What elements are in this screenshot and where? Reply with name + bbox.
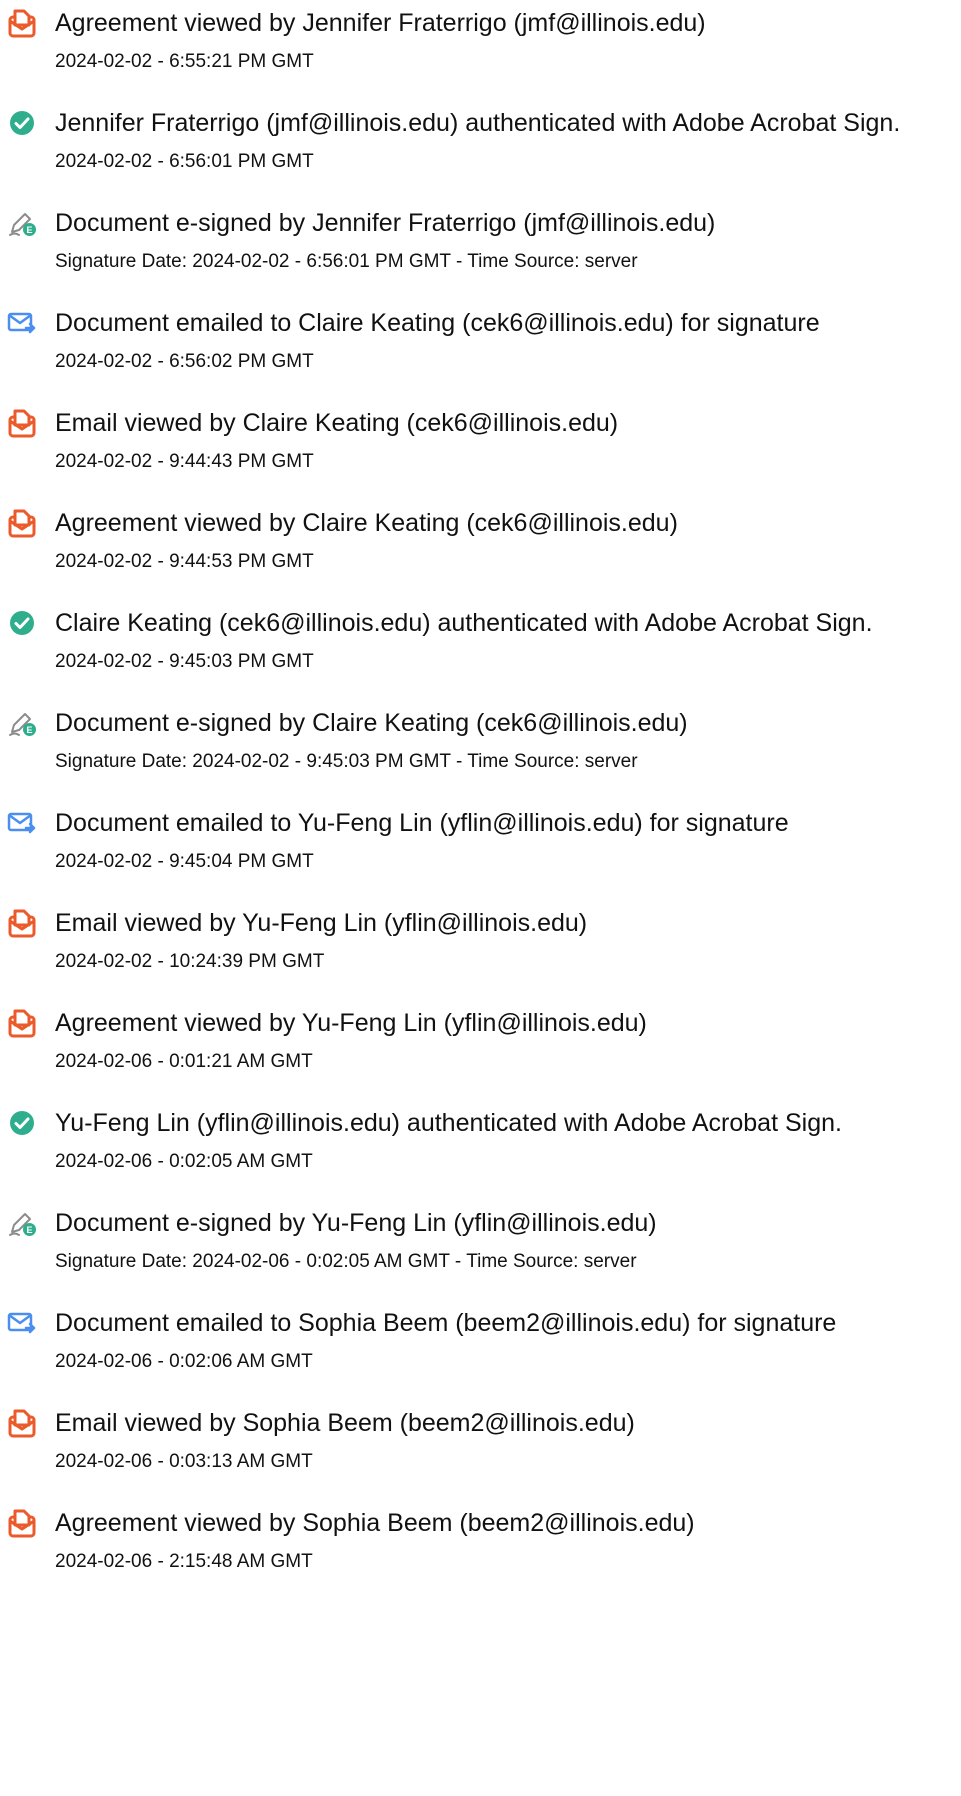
entry-timestamp: 2024-02-02 - 9:44:53 PM GMT: [55, 551, 314, 572]
audit-entry: E Document e-signed by Yu-Feng Lin (yflin…: [0, 1200, 961, 1300]
entry-title: Yu-Feng Lin (yflin@illinois.edu) authent…: [55, 1109, 842, 1137]
entry-timestamp: 2024-02-02 - 6:56:02 PM GMT: [55, 351, 314, 372]
entry-title: Document e-signed by Claire Keating (cek…: [55, 709, 688, 737]
svg-text:E: E: [26, 1225, 32, 1235]
audit-history-list: Agreement viewed by Jennifer Fraterrigo …: [0, 0, 961, 1796]
entry-timestamp: 2024-02-02 - 6:55:21 PM GMT: [55, 51, 314, 72]
audit-entry: Yu-Feng Lin (yflin@illinois.edu) authent…: [0, 1100, 961, 1200]
audit-entry: Jennifer Fraterrigo (jmf@illinois.edu) a…: [0, 100, 961, 200]
entry-timestamp: 2024-02-02 - 9:45:03 PM GMT: [55, 651, 314, 672]
entry-title: Document emailed to Sophia Beem (beem2@i…: [55, 1309, 837, 1337]
entry-timestamp: 2024-02-02 - 10:24:39 PM GMT: [55, 951, 325, 972]
document-viewed-icon: [7, 1508, 37, 1538]
entry-timestamp: 2024-02-06 - 2:15:48 AM GMT: [55, 1551, 313, 1572]
audit-entry: Agreement viewed by Yu-Feng Lin (yflin@i…: [0, 1000, 961, 1100]
entry-timestamp: 2024-02-06 - 0:02:06 AM GMT: [55, 1351, 313, 1372]
esign-pen-icon: E: [7, 208, 37, 238]
entry-title: Jennifer Fraterrigo (jmf@illinois.edu) a…: [55, 109, 901, 137]
esign-pen-icon: E: [7, 708, 37, 738]
document-viewed-icon: [7, 908, 37, 938]
esign-pen-icon: E: [7, 1208, 37, 1238]
document-viewed-icon: [7, 1008, 37, 1038]
check-circle-icon: [7, 1108, 37, 1138]
audit-entry: Email viewed by Sophia Beem (beem2@illin…: [0, 1400, 961, 1500]
audit-entry: Claire Keating (cek6@illinois.edu) authe…: [0, 600, 961, 700]
entry-title: Document emailed to Claire Keating (cek6…: [55, 309, 820, 337]
entry-timestamp: 2024-02-02 - 9:45:04 PM GMT: [55, 851, 314, 872]
email-sent-icon: [7, 308, 37, 338]
audit-entry: Document emailed to Yu-Feng Lin (yflin@i…: [0, 800, 961, 900]
audit-entry: E Document e-signed by Claire Keating (ce…: [0, 700, 961, 800]
entry-title: Document e-signed by Jennifer Fraterrigo…: [55, 209, 716, 237]
entry-title: Email viewed by Yu-Feng Lin (yflin@illin…: [55, 909, 588, 937]
document-viewed-icon: [7, 1408, 37, 1438]
entry-timestamp: Signature Date: 2024-02-02 - 6:56:01 PM …: [55, 251, 638, 272]
audit-entry: E Document e-signed by Jennifer Fraterrig…: [0, 200, 961, 300]
check-circle-icon: [7, 608, 37, 638]
email-sent-icon: [7, 808, 37, 838]
entry-title: Agreement viewed by Yu-Feng Lin (yflin@i…: [55, 1009, 647, 1037]
audit-entry: Email viewed by Yu-Feng Lin (yflin@illin…: [0, 900, 961, 1000]
audit-entry: Agreement viewed by Jennifer Fraterrigo …: [0, 0, 961, 100]
entry-timestamp: Signature Date: 2024-02-02 - 9:45:03 PM …: [55, 751, 638, 772]
entry-title: Document e-signed by Yu-Feng Lin (yflin@…: [55, 1209, 657, 1237]
entry-title: Agreement viewed by Sophia Beem (beem2@i…: [55, 1509, 695, 1537]
entry-timestamp: 2024-02-06 - 0:03:13 AM GMT: [55, 1451, 313, 1472]
svg-text:E: E: [26, 225, 32, 235]
entry-title: Email viewed by Claire Keating (cek6@ill…: [55, 409, 619, 437]
entry-title: Agreement viewed by Claire Keating (cek6…: [55, 509, 678, 537]
check-circle-icon: [7, 108, 37, 138]
entry-title: Document emailed to Yu-Feng Lin (yflin@i…: [55, 809, 789, 837]
audit-entry: Agreement viewed by Claire Keating (cek6…: [0, 500, 961, 600]
entry-timestamp: 2024-02-02 - 9:44:43 PM GMT: [55, 451, 314, 472]
document-viewed-icon: [7, 408, 37, 438]
audit-entry: Document emailed to Claire Keating (cek6…: [0, 300, 961, 400]
entry-title: Email viewed by Sophia Beem (beem2@illin…: [55, 1409, 635, 1437]
document-viewed-icon: [7, 8, 37, 38]
svg-text:E: E: [26, 725, 32, 735]
entry-timestamp: Signature Date: 2024-02-06 - 0:02:05 AM …: [55, 1251, 637, 1272]
document-viewed-icon: [7, 508, 37, 538]
entry-title: Claire Keating (cek6@illinois.edu) authe…: [55, 609, 873, 637]
entry-title: Agreement viewed by Jennifer Fraterrigo …: [55, 9, 706, 37]
entry-timestamp: 2024-02-06 - 0:01:21 AM GMT: [55, 1051, 313, 1072]
entry-timestamp: 2024-02-02 - 6:56:01 PM GMT: [55, 151, 314, 172]
audit-entry: Document emailed to Sophia Beem (beem2@i…: [0, 1300, 961, 1400]
entry-timestamp: 2024-02-06 - 0:02:05 AM GMT: [55, 1151, 313, 1172]
email-sent-icon: [7, 1308, 37, 1338]
audit-entry: Email viewed by Claire Keating (cek6@ill…: [0, 400, 961, 500]
audit-entry: Agreement viewed by Sophia Beem (beem2@i…: [0, 1500, 961, 1600]
